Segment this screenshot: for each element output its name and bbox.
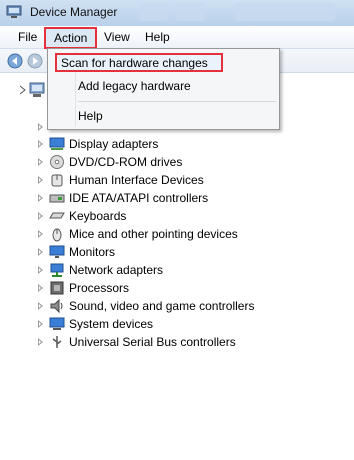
tree-node-label: Processors bbox=[69, 281, 130, 295]
tree-node-processors[interactable]: Processors bbox=[37, 279, 129, 297]
tree-node-ide-controllers[interactable]: IDE ATA/ATAPI controllers bbox=[37, 189, 208, 207]
root-node[interactable] bbox=[19, 82, 48, 98]
network-adapter-icon bbox=[50, 263, 64, 277]
mouse-icon bbox=[52, 228, 62, 242]
blurred-tab bbox=[140, 3, 168, 21]
tree-node-label: Network adapters bbox=[69, 263, 164, 277]
menu-action[interactable]: Action bbox=[44, 27, 97, 49]
tree-node-label: Mice and other pointing devices bbox=[69, 227, 238, 241]
display-adapter-icon bbox=[49, 137, 65, 150]
window-title: Device Manager bbox=[30, 5, 118, 19]
menu-item-help[interactable]: Help bbox=[78, 109, 103, 123]
speaker-icon bbox=[50, 298, 63, 314]
tree-node-mice[interactable]: Mice and other pointing devices bbox=[37, 225, 238, 243]
menu-item-scan-for-hardware-changes[interactable]: Scan for hardware changes bbox=[55, 53, 223, 72]
tree-node-label: Monitors bbox=[69, 245, 116, 259]
title-bar: Device Manager bbox=[0, 0, 354, 26]
usb-icon bbox=[52, 336, 62, 348]
computer-icon bbox=[19, 82, 45, 97]
tree-node-dvd-drives[interactable]: DVD/CD-ROM drives bbox=[37, 153, 182, 171]
menu-action-label: Action bbox=[54, 31, 88, 45]
tree-node-sound[interactable]: Sound, video and game controllers bbox=[37, 297, 254, 315]
menu-item-label: Scan for hardware changes bbox=[61, 56, 208, 70]
device-tree: Display adapters DVD/CD-ROM drives Human… bbox=[0, 74, 354, 460]
hid-icon bbox=[51, 174, 63, 187]
expand-arrow-icon[interactable] bbox=[37, 211, 45, 221]
blurred-tab bbox=[235, 3, 335, 21]
system-devices-icon bbox=[49, 317, 65, 330]
tree-node-label: Display adapters bbox=[69, 137, 159, 151]
expand-arrow-icon[interactable] bbox=[37, 265, 45, 275]
tree-node-label: Sound, video and game controllers bbox=[69, 299, 255, 313]
expand-arrow-icon[interactable] bbox=[37, 229, 45, 239]
tree-node-display-adapters[interactable]: Display adapters bbox=[37, 135, 158, 153]
expand-arrow-icon[interactable] bbox=[37, 301, 45, 311]
menu-file[interactable]: File bbox=[18, 30, 37, 44]
ide-controller-icon bbox=[49, 194, 65, 203]
tree-node-label: Keyboards bbox=[69, 209, 127, 223]
menu-help[interactable]: Help bbox=[145, 30, 170, 44]
expand-arrow-icon[interactable] bbox=[37, 319, 45, 329]
expand-arrow-icon[interactable] bbox=[37, 139, 45, 149]
expand-arrow-icon[interactable] bbox=[37, 283, 45, 293]
disc-drive-icon bbox=[50, 155, 64, 169]
tree-node-hid[interactable]: Human Interface Devices bbox=[37, 171, 204, 189]
expand-arrow-icon[interactable] bbox=[37, 247, 45, 257]
expand-arrow-icon[interactable] bbox=[37, 193, 45, 203]
forward-arrow-icon[interactable] bbox=[26, 52, 44, 70]
tree-node-system-devices[interactable]: System devices bbox=[37, 315, 153, 333]
expand-arrow-icon[interactable] bbox=[37, 337, 45, 347]
monitor-icon bbox=[49, 245, 65, 258]
tree-node-usb[interactable]: Universal Serial Bus controllers bbox=[37, 333, 236, 351]
processor-icon bbox=[50, 281, 64, 295]
menu-view[interactable]: View bbox=[104, 30, 130, 44]
back-arrow-icon[interactable] bbox=[6, 52, 24, 70]
tree-node-label: System devices bbox=[69, 317, 154, 331]
keyboard-icon bbox=[49, 212, 65, 219]
tree-node-label: Human Interface Devices bbox=[69, 173, 204, 187]
expand-arrow-icon[interactable] bbox=[37, 122, 45, 132]
tree-node-network-adapters[interactable]: Network adapters bbox=[37, 261, 163, 279]
menu-item-add-legacy-hardware[interactable]: Add legacy hardware bbox=[78, 79, 191, 93]
menu-separator bbox=[78, 101, 276, 102]
tree-node-label: DVD/CD-ROM drives bbox=[69, 155, 183, 169]
expand-arrow-icon[interactable] bbox=[37, 157, 45, 167]
expand-arrow-icon[interactable] bbox=[37, 175, 45, 185]
tree-node-monitors[interactable]: Monitors bbox=[37, 243, 115, 261]
tree-node-keyboards[interactable]: Keyboards bbox=[37, 207, 126, 225]
tree-node-label: IDE ATA/ATAPI controllers bbox=[69, 191, 209, 205]
tree-node-label: Universal Serial Bus controllers bbox=[69, 335, 236, 349]
blurred-tab bbox=[175, 3, 205, 21]
device-manager-icon bbox=[6, 5, 22, 18]
